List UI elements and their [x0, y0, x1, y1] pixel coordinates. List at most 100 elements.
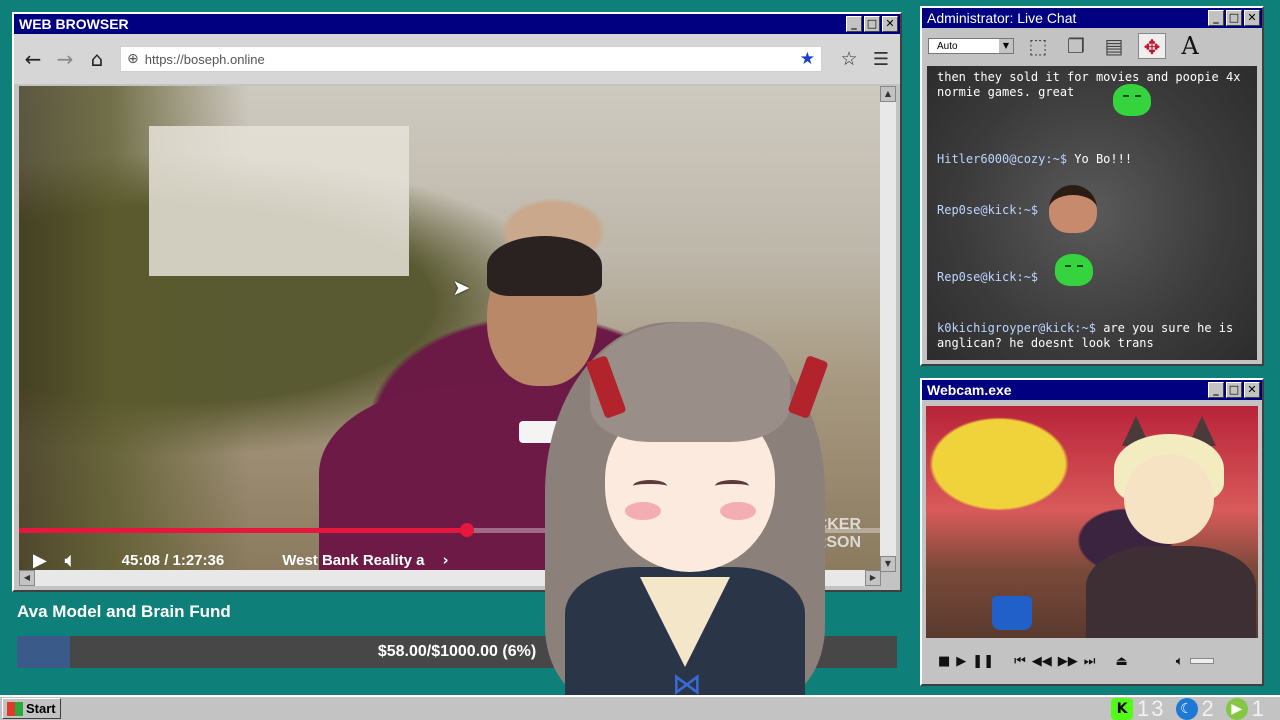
video-player[interactable]: ✝ UCKER RSON ▶ 🔈︎ 45:08 / 1:27:36 West B…	[19, 86, 881, 572]
maximize-button[interactable]: □	[1226, 10, 1242, 26]
webcam-title: Webcam.exe	[927, 382, 1012, 398]
volume-icon[interactable]: 🔈︎	[1176, 654, 1184, 669]
video-progress-fill	[19, 528, 468, 533]
browser-titlebar[interactable]: WEB BROWSER _ □ ✕	[14, 14, 900, 34]
chat-titlebar[interactable]: Administrator: Live Chat _ □ ✕	[922, 8, 1262, 28]
system-tray: K 13 ☾ 2 ▶ 1	[1111, 695, 1272, 720]
globe-icon: ⊕	[127, 51, 139, 67]
media-controls: ■ ▶ ❚❚ ⏮ ◀◀ ▶▶ ⏭ ⏏ 🔈︎	[926, 646, 1258, 676]
close-button[interactable]: ✕	[1244, 10, 1260, 26]
green-blob-emote-icon	[1055, 254, 1093, 286]
chevron-down-icon[interactable]: ▼	[999, 39, 1013, 53]
eject-icon[interactable]: ⏏	[1116, 654, 1128, 669]
close-button[interactable]: ✕	[882, 16, 898, 32]
scroll-right-arrow[interactable]: ▶	[865, 570, 881, 586]
chat-message-text: Yo Bo!!!	[1074, 152, 1133, 166]
scroll-up-arrow[interactable]: ▲	[880, 86, 896, 102]
chat-message: then they sold it for movies and poopie …	[937, 70, 1247, 116]
minimize-button[interactable]: _	[1208, 10, 1224, 26]
video-title[interactable]: West Bank Reality a	[282, 552, 424, 569]
fund-progress-bar: $58.00/$1000.00 (6%)	[17, 636, 897, 668]
zoom-select-value: Auto	[937, 40, 958, 52]
scroll-left-arrow[interactable]: ◀	[19, 570, 35, 586]
chat-username[interactable]: Hitler6000@cozy:~$	[937, 152, 1067, 166]
mug-icon	[992, 596, 1032, 630]
video-watermark: UCKER RSON	[804, 516, 861, 551]
video-progress-bar[interactable]	[19, 523, 881, 537]
video-frame-person	[319, 386, 679, 572]
chat-message: Hitler6000@cozy:~$ Yo Bo!!!	[937, 152, 1247, 167]
paste-icon[interactable]: ▤	[1100, 33, 1128, 59]
chat-username[interactable]: Rep0se@kick:~$	[937, 270, 1038, 284]
moon-viewer-count: 2	[1201, 695, 1216, 720]
video-controls: ▶ 🔈︎ 45:08 / 1:27:36 West Bank Reality a…	[19, 548, 881, 572]
close-button[interactable]: ✕	[1244, 382, 1260, 398]
chat-log[interactable]: then they sold it for movies and poopie …	[927, 66, 1257, 360]
maximize-button[interactable]: □	[1226, 382, 1242, 398]
live-chat-window: Administrator: Live Chat _ □ ✕ Auto ▼ ⬚ …	[920, 6, 1264, 366]
kick-viewer-count: 13	[1137, 695, 1166, 720]
minimize-button[interactable]: _	[1208, 382, 1224, 398]
video-frame-wall	[149, 126, 409, 276]
webcam-titlebar[interactable]: Webcam.exe _ □ ✕	[922, 380, 1262, 400]
taskbar: . Start K 13 ☾ 2 ▶ 1	[0, 695, 1280, 720]
start-label: Start	[26, 701, 56, 716]
chat-message-text: then they sold it for movies and poopie …	[937, 70, 1241, 99]
skip-forward-icon[interactable]: ⏭	[1084, 654, 1096, 669]
chat-message: Rep0se@kick:~$	[937, 185, 1247, 233]
video-frame-collar	[519, 421, 559, 443]
zoom-select[interactable]: Auto ▼	[928, 38, 1014, 54]
rumble-icon[interactable]: ▶	[1225, 697, 1248, 720]
webcam-view	[926, 406, 1258, 638]
back-arrow-icon[interactable]: ←	[20, 46, 46, 72]
chat-username[interactable]: k0kichigroyper@kick:~$	[937, 321, 1096, 335]
chat-message: Rep0se@kick:~$	[937, 254, 1247, 286]
copy-icon[interactable]: ❐	[1062, 33, 1090, 59]
bookmark-star-icon[interactable]: ☆	[836, 48, 862, 70]
skip-back-icon[interactable]: ⏮	[1014, 654, 1026, 669]
rumble-viewer-count: 1	[1251, 695, 1266, 720]
scroll-down-arrow[interactable]: ▼	[880, 556, 896, 572]
marquee-select-icon[interactable]: ⬚	[1024, 33, 1052, 59]
chat-toolbar: Auto ▼ ⬚ ❐ ▤ ✥ A	[922, 28, 1262, 64]
fast-forward-icon[interactable]: ▶▶	[1058, 654, 1078, 669]
webcam-character-body	[1086, 546, 1256, 638]
rewind-icon[interactable]: ◀◀	[1032, 654, 1052, 669]
chat-username[interactable]: Rep0se@kick:~$	[937, 203, 1038, 217]
browser-title: WEB BROWSER	[19, 16, 129, 32]
kick-icon[interactable]: K	[1111, 697, 1134, 720]
video-time: 45:08 / 1:27:36	[121, 551, 225, 569]
horizontal-scrollbar[interactable]: ◀ ▶	[19, 570, 881, 586]
forward-arrow-icon[interactable]: →	[52, 46, 78, 72]
webcam-character-face	[1124, 454, 1214, 544]
moon-icon[interactable]: ☾	[1175, 697, 1198, 720]
start-button[interactable]: . Start	[2, 698, 61, 719]
bookmarked-star-icon[interactable]: ★	[800, 49, 815, 69]
chat-title: Administrator: Live Chat	[927, 10, 1077, 26]
fund-amount: $58.00/$1000.00 (6%)	[377, 643, 537, 660]
video-frame-hair	[487, 236, 602, 296]
pause-icon[interactable]: ❚❚	[972, 654, 994, 669]
webcam-window: Webcam.exe _ □ ✕ ■ ▶ ❚❚ ⏮ ◀◀ ▶▶ ⏭ ⏏ 🔈︎	[920, 378, 1264, 686]
chat-message: k0kichigroyper@kick:~$ are you sure he i…	[937, 321, 1247, 351]
play-icon[interactable]: ▶	[33, 550, 47, 571]
stop-icon[interactable]: ■	[938, 654, 950, 669]
play-icon[interactable]: ▶	[956, 654, 966, 669]
browser-window: WEB BROWSER _ □ ✕ ← → ⌂ ⊕ https://boseph…	[12, 12, 902, 592]
volume-slider[interactable]	[1189, 658, 1214, 664]
green-blob-emote-icon	[1113, 84, 1151, 116]
url-text: https://boseph.online	[144, 51, 265, 67]
windows-logo-icon: .	[7, 701, 23, 716]
face-emote-icon	[1049, 185, 1097, 233]
chevron-right-icon[interactable]: ›	[443, 551, 449, 569]
vertical-scrollbar[interactable]: ▲ ▼	[880, 86, 896, 572]
move-icon[interactable]: ✥	[1138, 33, 1166, 59]
maximize-button[interactable]: □	[864, 16, 880, 32]
address-bar: ← → ⌂ ⊕ https://boseph.online ★ ☆ ☰	[14, 34, 900, 84]
home-icon[interactable]: ⌂	[84, 46, 110, 72]
menu-icon[interactable]: ☰	[868, 49, 894, 70]
volume-icon[interactable]: 🔈︎	[65, 550, 76, 571]
font-icon[interactable]: A	[1176, 33, 1204, 59]
url-field[interactable]: ⊕ https://boseph.online ★	[120, 46, 822, 72]
minimize-button[interactable]: _	[846, 16, 862, 32]
